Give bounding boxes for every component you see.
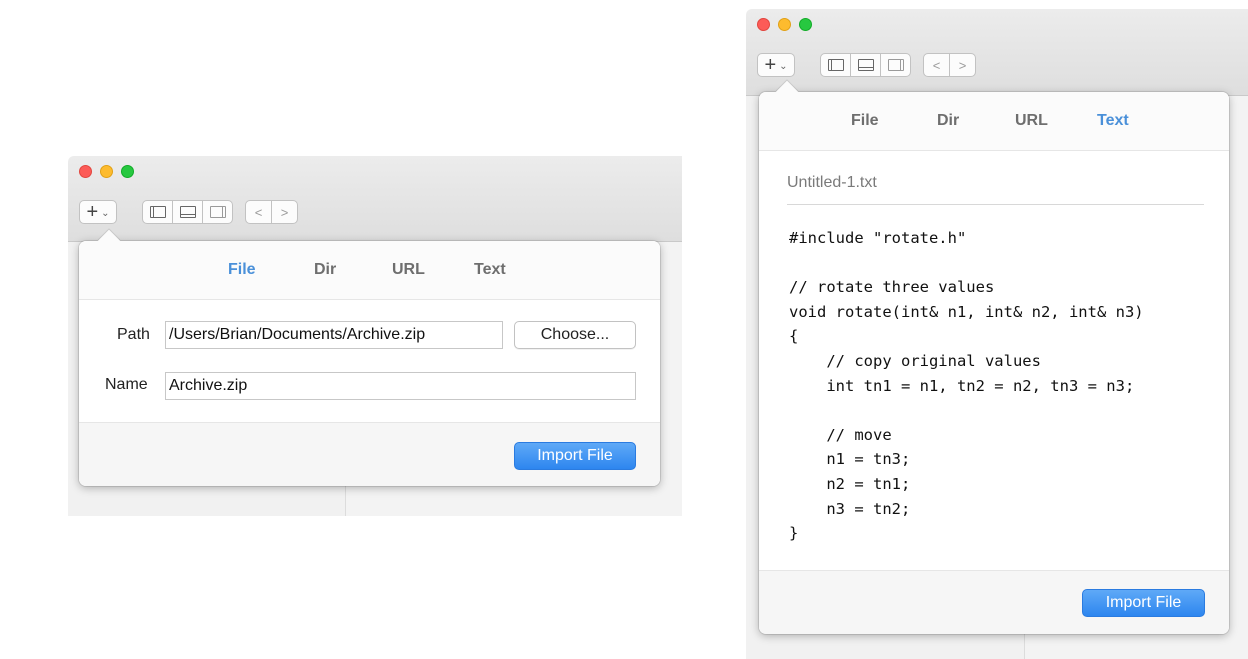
plus-icon: + <box>86 201 99 223</box>
sidebar-right-icon <box>887 59 904 71</box>
close-window-button[interactable] <box>757 18 770 31</box>
forward-button[interactable]: > <box>271 200 298 224</box>
back-button[interactable]: < <box>923 53 950 77</box>
footer-divider <box>79 422 660 423</box>
tab-dir[interactable]: Dir <box>937 112 959 130</box>
sidebar-left-icon <box>827 59 844 71</box>
minimize-window-button[interactable] <box>778 18 791 31</box>
tab-file[interactable]: File <box>851 112 879 130</box>
name-field[interactable]: Archive.zip <box>165 372 636 400</box>
toggle-left-sidebar-button[interactable] <box>820 53 851 77</box>
zoom-window-button[interactable] <box>799 18 812 31</box>
toolbar: + ⌄ < > <box>79 200 298 224</box>
path-field[interactable]: /Users/Brian/Documents/Archive.zip <box>165 321 503 349</box>
close-window-button[interactable] <box>79 165 92 178</box>
toolbar: + ⌄ < > <box>757 53 976 77</box>
plus-icon: + <box>764 54 777 76</box>
navigation-control: < > <box>923 53 976 77</box>
import-file-button[interactable]: Import File <box>1082 589 1205 617</box>
filename-field[interactable]: Untitled-1.txt <box>787 174 1204 205</box>
name-label: Name <box>105 376 148 393</box>
navigation-control: < > <box>245 200 298 224</box>
tab-text[interactable]: Text <box>1097 112 1129 130</box>
zoom-window-button[interactable] <box>121 165 134 178</box>
import-tabs: File Dir URL Text <box>759 92 1229 151</box>
chevron-down-icon: ⌄ <box>101 207 110 219</box>
panel-bottom-icon <box>857 59 874 71</box>
add-button[interactable]: + ⌄ <box>757 53 795 77</box>
choose-button[interactable]: Choose... <box>514 321 636 349</box>
traffic-lights <box>757 18 812 31</box>
chevron-right-icon: > <box>958 57 967 73</box>
toggle-bottom-panel-button[interactable] <box>850 53 881 77</box>
tab-url[interactable]: URL <box>392 261 425 279</box>
toggle-right-sidebar-button[interactable] <box>880 53 911 77</box>
import-popover-file: File Dir URL Text Path /Users/Brian/Docu… <box>79 229 660 486</box>
popover-footer: Import File <box>79 422 660 486</box>
layout-segmented-control <box>820 53 911 77</box>
add-button[interactable]: + ⌄ <box>79 200 117 224</box>
tab-text[interactable]: Text <box>474 261 506 279</box>
layout-segmented-control <box>142 200 233 224</box>
tab-url[interactable]: URL <box>1015 112 1048 130</box>
text-editor[interactable]: #include "rotate.h" // rotate three valu… <box>789 226 1211 566</box>
chevron-right-icon: > <box>280 204 289 220</box>
path-label: Path <box>117 326 150 343</box>
import-tabs: File Dir URL Text <box>79 241 660 300</box>
footer-divider <box>759 570 1229 571</box>
tab-dir[interactable]: Dir <box>314 261 336 279</box>
forward-button[interactable]: > <box>949 53 976 77</box>
import-popover-text: File Dir URL Text Untitled-1.txt #includ… <box>759 80 1229 634</box>
chevron-down-icon: ⌄ <box>779 60 788 72</box>
toggle-bottom-panel-button[interactable] <box>172 200 203 224</box>
titlebar: + ⌄ < > <box>68 156 682 242</box>
panel-bottom-icon <box>179 206 196 218</box>
popover-footer: Import File <box>759 570 1229 634</box>
titlebar: + ⌄ < > <box>746 9 1248 96</box>
toggle-left-sidebar-button[interactable] <box>142 200 173 224</box>
chevron-left-icon: < <box>932 57 941 73</box>
sidebar-left-icon <box>149 206 166 218</box>
traffic-lights <box>79 165 134 178</box>
chevron-left-icon: < <box>254 204 263 220</box>
minimize-window-button[interactable] <box>100 165 113 178</box>
sidebar-right-icon <box>209 206 226 218</box>
toggle-right-sidebar-button[interactable] <box>202 200 233 224</box>
import-file-button[interactable]: Import File <box>514 442 636 470</box>
back-button[interactable]: < <box>245 200 272 224</box>
tab-file[interactable]: File <box>228 261 256 279</box>
